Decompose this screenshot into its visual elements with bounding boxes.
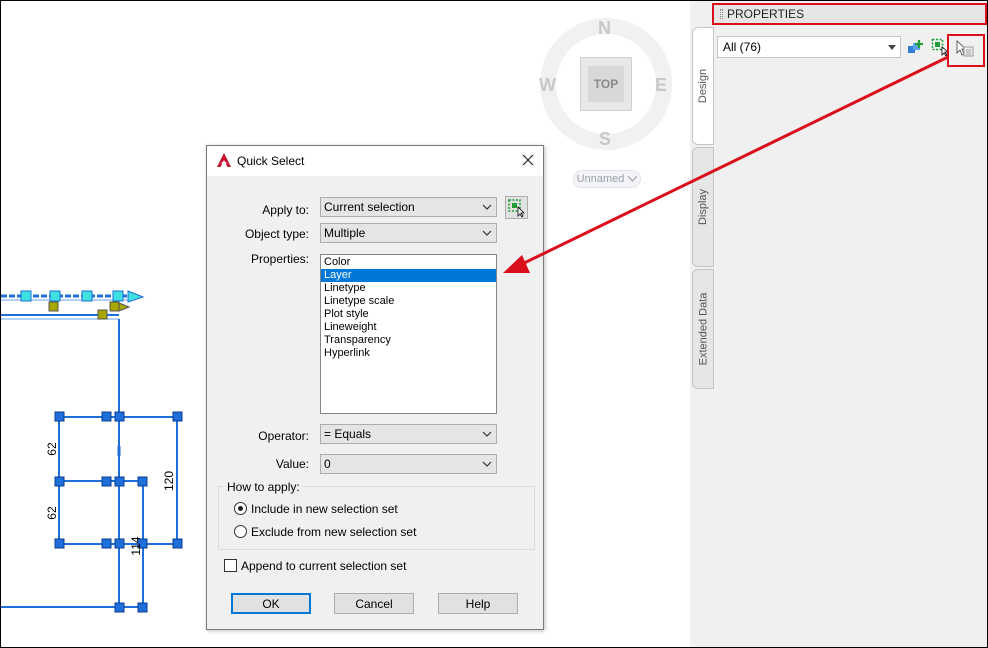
dimension-label: 120 xyxy=(162,471,176,491)
grip[interactable] xyxy=(54,411,65,422)
operator-label: Operator: xyxy=(258,429,309,443)
help-button[interactable]: Help xyxy=(438,593,518,614)
object-type-select[interactable]: Multiple xyxy=(320,223,497,243)
tab-design-label: Design xyxy=(697,68,709,104)
properties-label: Properties: xyxy=(250,252,309,266)
grip-olive[interactable] xyxy=(109,301,120,312)
operator-select[interactable]: = Equals xyxy=(320,424,497,444)
append-checkbox[interactable] xyxy=(224,559,237,572)
list-item-selected[interactable]: Layer xyxy=(321,269,496,282)
operator-value: = Equals xyxy=(324,427,372,441)
list-item[interactable]: Color xyxy=(321,256,496,269)
viewcube-west[interactable]: W xyxy=(539,75,556,96)
tab-design[interactable]: Design xyxy=(692,27,714,145)
quick-select-dialog: Quick Select Apply to: Current selection… xyxy=(206,145,544,630)
grip-olive[interactable] xyxy=(48,301,59,312)
list-item[interactable]: Hyperlink xyxy=(321,347,496,360)
exclude-radio[interactable] xyxy=(234,525,247,538)
close-icon[interactable] xyxy=(520,152,536,168)
grip[interactable] xyxy=(172,411,183,422)
grip[interactable] xyxy=(54,538,65,549)
arrowhead-grip-olive[interactable] xyxy=(118,302,131,312)
grip[interactable] xyxy=(54,476,65,487)
tab-display-label: Display xyxy=(697,188,710,226)
apply-to-value: Current selection xyxy=(324,200,415,214)
object-filter-select[interactable]: All (76) xyxy=(717,36,901,58)
grip[interactable] xyxy=(20,290,32,302)
tab-extended-data[interactable]: Extended Data xyxy=(692,269,714,389)
list-item[interactable]: Transparency xyxy=(321,334,496,347)
viewcube-south[interactable]: S xyxy=(599,129,611,150)
grip[interactable] xyxy=(101,476,112,487)
grip[interactable] xyxy=(101,411,112,422)
include-radio-label[interactable]: Include in new selection set xyxy=(251,502,398,516)
viewcube-top-label[interactable]: TOP xyxy=(588,66,624,102)
chevron-down-icon xyxy=(628,176,638,182)
properties-title-bar[interactable]: PROPERTIES xyxy=(712,3,987,25)
grip[interactable] xyxy=(114,538,125,549)
apply-to-label: Apply to: xyxy=(262,203,309,217)
grip[interactable] xyxy=(101,538,112,549)
how-to-apply-legend: How to apply: xyxy=(225,480,302,494)
dimension-label: 62 xyxy=(45,506,59,520)
append-checkbox-label[interactable]: Append to current selection set xyxy=(241,559,406,573)
grip[interactable] xyxy=(114,411,125,422)
dimension-label: 62 xyxy=(45,442,59,456)
exclude-radio-label[interactable]: Exclude from new selection set xyxy=(251,525,416,539)
quick-select-highlight xyxy=(947,34,985,67)
grip[interactable] xyxy=(49,290,61,302)
grip-handle-icon[interactable] xyxy=(720,9,723,19)
grip[interactable] xyxy=(112,290,124,302)
list-item[interactable]: Plot style xyxy=(321,308,496,321)
chevron-down-icon xyxy=(482,230,492,236)
chevron-down-icon xyxy=(482,204,492,210)
arrowhead-grip[interactable] xyxy=(127,290,145,303)
dialog-title-bar[interactable]: Quick Select xyxy=(207,146,543,176)
viewcube-east[interactable]: E xyxy=(655,75,667,96)
grip[interactable] xyxy=(114,476,125,487)
ok-button[interactable]: OK xyxy=(231,593,311,614)
autocad-logo-icon xyxy=(217,153,231,167)
dimension-label: 114 xyxy=(129,536,143,555)
list-item[interactable]: Linetype xyxy=(321,282,496,295)
object-type-label: Object type: xyxy=(244,227,309,241)
grip[interactable] xyxy=(172,538,183,549)
chevron-down-icon xyxy=(482,431,492,437)
list-item[interactable]: Lineweight xyxy=(321,321,496,334)
how-to-apply-group xyxy=(218,486,535,550)
grip-olive[interactable] xyxy=(97,309,108,320)
select-objects-icon xyxy=(508,199,525,218)
object-filter-value: All (76) xyxy=(723,40,762,54)
properties-content xyxy=(713,27,988,648)
value-select[interactable]: 0 xyxy=(320,454,497,474)
grip[interactable] xyxy=(81,290,93,302)
properties-title: PROPERTIES xyxy=(727,7,805,21)
cancel-button[interactable]: Cancel xyxy=(334,593,414,614)
tab-display[interactable]: Display xyxy=(692,147,714,267)
value-label: Value: xyxy=(275,457,309,471)
grip[interactable] xyxy=(114,602,125,613)
viewcube-north[interactable]: N xyxy=(598,18,611,39)
ucs-menu-label: Unnamed xyxy=(576,173,625,185)
dropdown-arrow-icon xyxy=(888,44,896,50)
tab-extended-data-label: Extended Data xyxy=(697,292,709,366)
grip[interactable] xyxy=(137,602,148,613)
toggle-pickadd-icon[interactable] xyxy=(907,39,925,57)
value-value: 0 xyxy=(324,457,331,471)
include-radio[interactable] xyxy=(234,502,247,515)
viewcube-face[interactable]: TOP xyxy=(580,57,632,111)
select-objects-button[interactable] xyxy=(505,196,528,219)
ucs-menu[interactable]: Unnamed xyxy=(573,170,641,188)
apply-to-select[interactable]: Current selection xyxy=(320,197,497,217)
grip[interactable] xyxy=(137,476,148,487)
list-item[interactable]: Linetype scale xyxy=(321,295,496,308)
properties-listbox[interactable]: Color Layer Linetype Linetype scale Plot… xyxy=(320,254,497,414)
dialog-title: Quick Select xyxy=(237,154,305,168)
object-type-value: Multiple xyxy=(324,226,366,240)
chevron-down-icon xyxy=(482,461,492,467)
